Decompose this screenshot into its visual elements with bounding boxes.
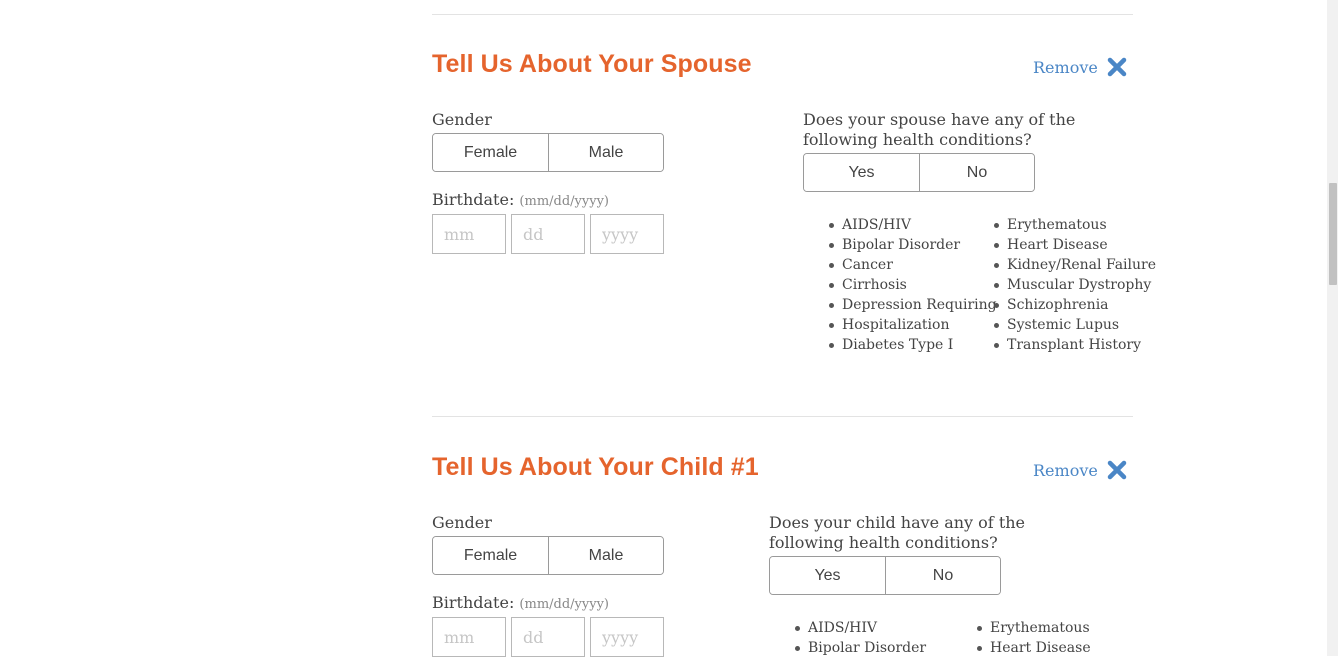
spouse-health-toggle: Yes No (803, 153, 1035, 192)
child1-conditions-list-left: AIDS/HIV Bipolar Disorder (795, 618, 926, 658)
birthdate-label-text: Birthdate: (432, 593, 515, 612)
condition-item: AIDS/HIV (795, 618, 926, 638)
condition-item: Transplant History (994, 335, 1156, 355)
condition-item: AIDS/HIV (829, 215, 997, 235)
condition-item: Muscular Dystrophy (994, 275, 1156, 295)
birthdate-format-hint: (mm/dd/yyyy) (519, 194, 609, 209)
remove-label: Remove (1033, 460, 1098, 480)
child1-birth-month-input[interactable] (432, 617, 506, 657)
child1-birth-year-input[interactable] (590, 617, 664, 657)
child1-gender-female-button[interactable]: Female (433, 537, 548, 574)
spouse-gender-toggle: Female Male (432, 133, 664, 172)
condition-item: Cirrhosis (829, 275, 997, 295)
condition-item: Heart Disease (977, 638, 1091, 658)
condition-item: Bipolar Disorder (795, 638, 926, 658)
birthdate-label-text: Birthdate: (432, 190, 515, 209)
child1-gender-label: Gender (432, 513, 492, 532)
spouse-health-yes-button[interactable]: Yes (804, 154, 919, 191)
spouse-gender-female-button[interactable]: Female (433, 134, 548, 171)
child1-health-question: Does your child have any of the followin… (769, 513, 1026, 552)
spouse-gender-male-button[interactable]: Male (548, 134, 663, 171)
spouse-section-title: Tell Us About Your Spouse (432, 50, 752, 78)
section-divider-top (432, 14, 1133, 15)
spouse-health-no-button[interactable]: No (919, 154, 1034, 191)
spouse-remove-button[interactable]: Remove (1033, 56, 1128, 78)
spouse-birth-day-input[interactable] (511, 214, 585, 254)
child1-gender-toggle: Female Male (432, 536, 664, 575)
spouse-conditions-list-left: AIDS/HIV Bipolar Disorder Cancer Cirrhos… (829, 215, 997, 355)
spouse-birth-month-input[interactable] (432, 214, 506, 254)
child1-birth-day-input[interactable] (511, 617, 585, 657)
child1-health-no-button[interactable]: No (885, 557, 1000, 594)
condition-item: Bipolar Disorder (829, 235, 997, 255)
child1-gender-male-button[interactable]: Male (548, 537, 663, 574)
close-x-icon (1107, 460, 1127, 480)
spouse-gender-label: Gender (432, 110, 492, 129)
child1-birthdate-label: Birthdate: (mm/dd/yyyy) (432, 593, 609, 615)
close-x-icon (1107, 57, 1127, 77)
condition-item: Heart Disease (994, 235, 1156, 255)
child1-conditions-list-right: Erythematous Heart Disease (977, 618, 1091, 658)
birthdate-format-hint: (mm/dd/yyyy) (519, 597, 609, 612)
spouse-health-question: Does your spouse have any of the followi… (803, 110, 1076, 149)
child1-remove-button[interactable]: Remove (1033, 459, 1128, 481)
condition-item: Hospitalization (829, 315, 997, 335)
scrollbar-thumb[interactable] (1329, 183, 1337, 285)
condition-item: Erythematous (994, 215, 1156, 235)
child1-health-toggle: Yes No (769, 556, 1001, 595)
remove-label: Remove (1033, 57, 1098, 77)
spouse-conditions-list-right: Erythematous Heart Disease Kidney/Renal … (994, 215, 1156, 355)
condition-item: Schizophrenia (994, 295, 1156, 315)
condition-item: Systemic Lupus (994, 315, 1156, 335)
condition-item: Diabetes Type I (829, 335, 997, 355)
page-scrollbar[interactable] (1327, 0, 1338, 656)
child1-health-yes-button[interactable]: Yes (770, 557, 885, 594)
section-divider (432, 416, 1133, 417)
spouse-birthdate-label: Birthdate: (mm/dd/yyyy) (432, 190, 609, 212)
condition-item: Erythematous (977, 618, 1091, 638)
spouse-birth-year-input[interactable] (590, 214, 664, 254)
child1-section-title: Tell Us About Your Child #1 (432, 453, 759, 481)
condition-item: Cancer (829, 255, 997, 275)
condition-item: Depression Requiring (829, 295, 997, 315)
condition-item: Kidney/Renal Failure (994, 255, 1156, 275)
